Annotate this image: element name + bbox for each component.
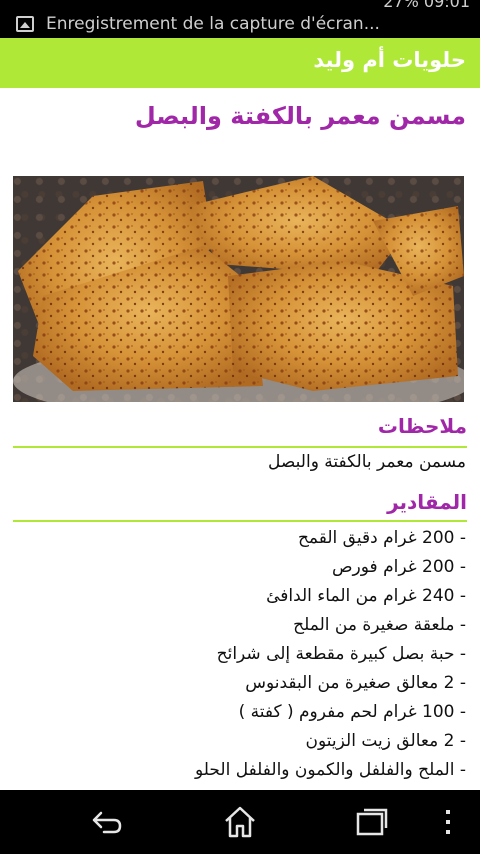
recipe-photo	[13, 176, 464, 402]
msemen-illustration	[13, 176, 464, 402]
recents-button[interactable]	[352, 804, 392, 840]
image-notification-icon	[16, 16, 34, 32]
status-battery-clock: 27% 09:01	[383, 0, 470, 11]
ingredients-heading: المقادير	[387, 490, 467, 514]
status-notification-text: Enregistrement de la capture d'écran...	[46, 14, 380, 34]
ingredient-item: - الملح والفلفل والكمون والفلفل الحلو	[195, 760, 466, 780]
recipe-content[interactable]: مسمن معمر بالكفتة والبصل ملاحظات مسمن مع…	[0, 88, 480, 790]
notes-divider	[13, 446, 467, 448]
ingredient-item: - ملعقة صغيرة من الملح	[293, 615, 466, 635]
back-icon	[92, 811, 122, 834]
status-bar: Enregistrement de la capture d'écran... …	[0, 0, 480, 38]
ingredient-item: - 2 معالق زيت الزيتون	[305, 731, 466, 751]
recents-icon	[356, 808, 388, 836]
home-button[interactable]	[220, 804, 260, 840]
notes-heading: ملاحظات	[377, 414, 467, 438]
ingredient-item: - 200 غرام فورص	[332, 557, 466, 577]
ingredient-item: - 2 معالق صغيرة من البقدنوس	[245, 673, 466, 693]
recipe-title: مسمن معمر بالكفتة والبصل	[134, 102, 466, 130]
overflow-menu-icon	[446, 810, 450, 834]
ingredient-item: - 240 غرام من الماء الدافئ	[266, 586, 466, 606]
notes-text: مسمن معمر بالكفتة والبصل	[268, 452, 466, 472]
app-title: حلويات أم وليد	[313, 48, 466, 72]
action-bar: حلويات أم وليد	[0, 38, 480, 88]
home-icon	[225, 806, 255, 838]
ingredient-item: - حبة بصل كبيرة مقطعة إلى شرائح	[216, 644, 466, 664]
back-button[interactable]	[86, 804, 126, 840]
overflow-menu-button[interactable]	[436, 804, 460, 840]
navigation-bar	[0, 790, 480, 854]
ingredients-list: - 200 غرام دقيق القمح - 200 غرام فورص - …	[26, 524, 466, 785]
ingredients-divider	[13, 520, 467, 522]
ingredient-item: - 200 غرام دقيق القمح	[297, 528, 466, 548]
ingredient-item: - 100 غرام لحم مفروم ( كفتة )	[238, 702, 466, 722]
